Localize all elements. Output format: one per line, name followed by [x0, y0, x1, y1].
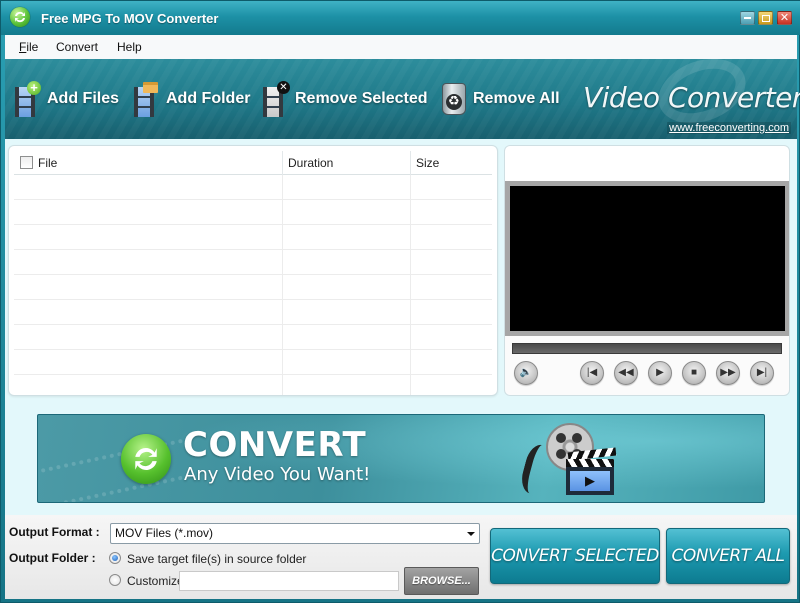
- skip-back-icon: |◀: [586, 367, 598, 378]
- table-row: [14, 250, 492, 275]
- select-all-checkbox[interactable]: [20, 156, 33, 169]
- convert-selected-button[interactable]: CONVERT SELECTED: [490, 528, 660, 584]
- grid-line: [282, 175, 283, 395]
- table-row: [14, 200, 492, 225]
- grid-line: [410, 175, 411, 395]
- column-divider[interactable]: [410, 151, 411, 175]
- play-icon: ▶: [656, 367, 664, 378]
- menu-help[interactable]: Help: [117, 40, 142, 54]
- table-row: [14, 175, 492, 200]
- column-divider[interactable]: [282, 151, 283, 175]
- file-list[interactable]: File Duration Size: [8, 145, 498, 396]
- rewind-button[interactable]: ◀◀: [614, 361, 638, 385]
- stop-icon: ■: [690, 367, 698, 378]
- fast-forward-icon: ▶▶: [720, 367, 736, 378]
- app-window: Free MPG To MOV Converter ✕ File Convert…: [0, 0, 800, 603]
- add-files-button[interactable]: + Add Files: [15, 77, 119, 121]
- menu-file[interactable]: File: [19, 40, 38, 54]
- customize-option-label[interactable]: Customize: [127, 574, 184, 588]
- brand-title: Video Converter: [583, 81, 800, 114]
- rewind-icon: ◀◀: [618, 367, 634, 378]
- forward-button[interactable]: ▶▶: [716, 361, 740, 385]
- add-folder-button[interactable]: Add Folder: [134, 77, 250, 121]
- menu-convert[interactable]: Convert: [56, 40, 98, 54]
- video-frame: [505, 181, 789, 336]
- remove-selected-button[interactable]: ✕ Remove Selected: [263, 77, 428, 121]
- remove-all-button[interactable]: Remove All: [441, 77, 560, 121]
- add-file-icon: +: [15, 81, 41, 117]
- add-folder-icon: [134, 81, 160, 117]
- banner-subtitle: Any Video You Want!: [184, 464, 371, 485]
- output-format-value: MOV Files (*.mov): [115, 526, 214, 540]
- convert-refresh-icon: [121, 434, 171, 484]
- column-duration[interactable]: Duration: [288, 151, 333, 175]
- remove-all-label: Remove All: [473, 90, 560, 107]
- custom-folder-input[interactable]: [179, 571, 399, 591]
- seek-bar[interactable]: [512, 343, 782, 354]
- column-file[interactable]: File: [38, 151, 57, 175]
- preview-player: 🔈 |◀ ◀◀ ▶ ■ ▶▶ ▶|: [504, 145, 790, 396]
- stop-button[interactable]: ■: [682, 361, 706, 385]
- video-play-icon: [566, 467, 614, 495]
- output-settings: Output Format : MOV Files (*.mov) Output…: [5, 515, 797, 599]
- source-folder-radio[interactable]: [109, 552, 121, 564]
- clapperboard-stripe: [566, 459, 614, 467]
- table-row: [14, 300, 492, 325]
- video-screen: [510, 186, 785, 331]
- output-format-label: Output Format :: [9, 525, 100, 539]
- close-button[interactable]: ✕: [777, 11, 792, 25]
- main-content: File Duration Size 🔈 |◀ ◀◀ ▶ ■ ▶▶ ▶| CON…: [5, 139, 797, 515]
- window-title: Free MPG To MOV Converter: [41, 11, 219, 26]
- speaker-icon: 🔈: [519, 367, 533, 378]
- website-link[interactable]: www.freeconverting.com: [667, 122, 791, 134]
- convert-all-button[interactable]: CONVERT ALL: [666, 528, 790, 584]
- output-format-select[interactable]: MOV Files (*.mov): [110, 523, 480, 544]
- maximize-button[interactable]: [758, 11, 773, 25]
- play-button[interactable]: ▶: [648, 361, 672, 385]
- remove-selected-label: Remove Selected: [295, 90, 428, 107]
- table-row: [14, 275, 492, 300]
- title-bar[interactable]: Free MPG To MOV Converter ✕: [1, 1, 800, 35]
- table-row: [14, 225, 492, 250]
- recycle-bin-icon: [441, 81, 467, 117]
- volume-button[interactable]: 🔈: [514, 361, 538, 385]
- browse-button[interactable]: BROWSE...: [404, 567, 479, 595]
- table-row: [14, 325, 492, 350]
- file-list-header: File Duration Size: [14, 151, 492, 175]
- remove-file-icon: ✕: [263, 81, 290, 117]
- customize-radio[interactable]: [109, 574, 121, 586]
- chevron-down-icon: [467, 532, 475, 536]
- add-folder-label: Add Folder: [166, 90, 251, 107]
- minimize-button[interactable]: [740, 11, 755, 25]
- app-logo-icon: [10, 7, 30, 27]
- toolbar: + Add Files Add Folder ✕ Remove Selected…: [5, 47, 800, 139]
- menu-bar: File Convert Help: [5, 35, 797, 59]
- table-row: [14, 350, 492, 375]
- add-files-label: Add Files: [47, 90, 120, 107]
- banner-title: CONVERT: [183, 425, 367, 465]
- skip-forward-icon: ▶|: [756, 367, 768, 378]
- column-size[interactable]: Size: [416, 151, 439, 175]
- previous-button[interactable]: |◀: [580, 361, 604, 385]
- next-button[interactable]: ▶|: [750, 361, 774, 385]
- source-folder-option-label[interactable]: Save target file(s) in source folder: [127, 552, 306, 566]
- close-icon: ✕: [779, 12, 790, 24]
- output-folder-label: Output Folder :: [9, 551, 96, 565]
- promo-banner: CONVERT Any Video You Want!: [37, 414, 765, 503]
